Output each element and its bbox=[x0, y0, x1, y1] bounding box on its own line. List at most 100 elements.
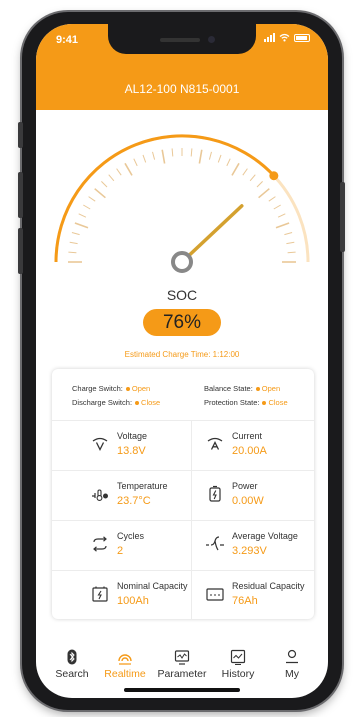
charge-switch-label: Charge Switch: bbox=[72, 384, 123, 393]
temperature-value: 23.7°C bbox=[117, 495, 151, 507]
divider bbox=[52, 420, 314, 421]
page-title: AL12-100 N815-0001 bbox=[124, 82, 240, 96]
balance-state-row: Balance State: Open bbox=[204, 384, 280, 393]
gauge-tick bbox=[258, 188, 270, 199]
gauge-fill bbox=[54, 134, 275, 263]
gauge-tick bbox=[190, 148, 193, 157]
estimated-charge-time: Estimated Charge Time: 1:12:00 bbox=[124, 350, 240, 359]
tab-label: Realtime bbox=[104, 668, 146, 680]
tab-parameter[interactable]: Parameter bbox=[154, 649, 210, 680]
protection-state-label: Protection State: bbox=[204, 398, 260, 407]
gauge-tick bbox=[286, 241, 295, 245]
cycles-icon bbox=[93, 536, 107, 552]
discharge-switch-row: Discharge Switch: Close bbox=[72, 398, 160, 407]
cycles-metric: Cycles 2 bbox=[90, 522, 210, 570]
status-dot bbox=[262, 400, 267, 405]
soc-label: SOC bbox=[166, 287, 198, 303]
residual-capacity-value: 76Ah bbox=[232, 595, 258, 607]
power-label: Power bbox=[232, 481, 258, 491]
tab-bar: Search Realtime Parameter History My bbox=[36, 649, 328, 689]
gauge-tick bbox=[231, 162, 240, 176]
gauge-tick bbox=[142, 154, 147, 163]
gauge-tick bbox=[198, 149, 203, 164]
nominal-capacity-metric: Nominal Capacity 100Ah bbox=[90, 572, 210, 620]
gauge-tick bbox=[273, 204, 281, 210]
average-voltage-metric: Average Voltage 3.293V bbox=[205, 522, 325, 570]
status-dot bbox=[255, 386, 260, 391]
gauge-tick bbox=[152, 151, 156, 160]
balance-state-value: Open bbox=[261, 384, 281, 393]
notch bbox=[108, 24, 256, 54]
divider bbox=[52, 570, 314, 571]
residual-capacity-metric: Residual Capacity 76Ah bbox=[205, 572, 325, 620]
soc-gauge bbox=[54, 134, 310, 273]
gauge-end-dot bbox=[269, 171, 279, 181]
wifi-icon bbox=[279, 33, 290, 42]
home-indicator bbox=[124, 688, 240, 692]
temperature-metric: Temperature 23.7°C bbox=[90, 472, 210, 520]
bluetooth-icon bbox=[67, 649, 77, 665]
gauge-tick bbox=[124, 162, 133, 176]
current-value: 20.00A bbox=[232, 445, 267, 457]
gauge-tick bbox=[78, 213, 87, 218]
temperature-icon bbox=[92, 489, 108, 501]
tab-label: Search bbox=[55, 668, 89, 680]
tab-my[interactable]: My bbox=[264, 649, 320, 680]
gauge-tick bbox=[88, 196, 96, 202]
gauge-tick bbox=[275, 222, 290, 229]
protection-state-row: Protection State: Close bbox=[204, 398, 288, 407]
header-bar: 9:41 AL12-100 N815-0001 bbox=[36, 24, 328, 110]
current-icon bbox=[207, 437, 223, 450]
gauge-tick bbox=[268, 196, 276, 202]
tab-history[interactable]: History bbox=[210, 649, 266, 680]
gauge-tick bbox=[242, 168, 248, 176]
voltage-icon bbox=[92, 437, 108, 451]
phone-frame: 9:41 AL12-100 N815-0001 SOC 76% Estimate… bbox=[18, 12, 345, 710]
tab-label: Parameter bbox=[157, 668, 207, 680]
status-icons bbox=[264, 33, 310, 42]
gauge-tick bbox=[94, 188, 106, 199]
gauge-tick bbox=[171, 148, 174, 157]
average-voltage-value: 3.293V bbox=[232, 545, 267, 557]
power-metric: Power 0.00W bbox=[205, 472, 325, 520]
power-value: 0.00W bbox=[232, 495, 264, 507]
current-metric: Current 20.00A bbox=[205, 422, 325, 470]
gauge-tick bbox=[217, 154, 222, 163]
discharge-switch-label: Discharge Switch: bbox=[72, 398, 133, 407]
gauge-tick bbox=[116, 168, 122, 176]
tab-label: History bbox=[221, 668, 255, 680]
power-button bbox=[340, 182, 345, 252]
voltage-metric: Voltage 13.8V bbox=[90, 422, 210, 470]
gauge-tick bbox=[133, 158, 138, 167]
cycles-label: Cycles bbox=[117, 531, 145, 541]
volume-down-button bbox=[18, 228, 23, 274]
gauge-tick bbox=[226, 158, 231, 167]
gauge-tick bbox=[69, 241, 78, 245]
gauge-tick bbox=[287, 251, 296, 254]
tab-realtime[interactable]: Realtime bbox=[97, 649, 153, 680]
tab-search[interactable]: Search bbox=[44, 649, 100, 680]
status-dot bbox=[135, 400, 140, 405]
volume-up-button bbox=[18, 172, 23, 218]
gauge-tick bbox=[101, 181, 108, 188]
gauge-tick bbox=[284, 232, 293, 236]
divider bbox=[52, 470, 314, 471]
gauge-tick bbox=[108, 174, 115, 182]
metrics-card: Charge Switch: Open Discharge Switch: Clos… bbox=[52, 369, 314, 619]
charge-switch-value: Open bbox=[131, 384, 151, 393]
speaker bbox=[160, 38, 200, 42]
tab-label: My bbox=[285, 668, 299, 680]
voltage-label: Voltage bbox=[117, 431, 148, 441]
gauge-hub bbox=[171, 251, 193, 273]
signal-icon bbox=[264, 33, 275, 42]
gauge-tick bbox=[256, 181, 263, 188]
gauge-tick bbox=[208, 151, 212, 160]
gauge-tick bbox=[161, 149, 166, 164]
gauge-tick bbox=[71, 232, 80, 236]
camera bbox=[208, 36, 215, 43]
status-dot bbox=[125, 386, 130, 391]
temperature-label: Temperature bbox=[117, 481, 168, 491]
discharge-switch-value: Close bbox=[141, 398, 161, 407]
mute-switch bbox=[18, 122, 23, 148]
user-icon bbox=[286, 649, 298, 664]
